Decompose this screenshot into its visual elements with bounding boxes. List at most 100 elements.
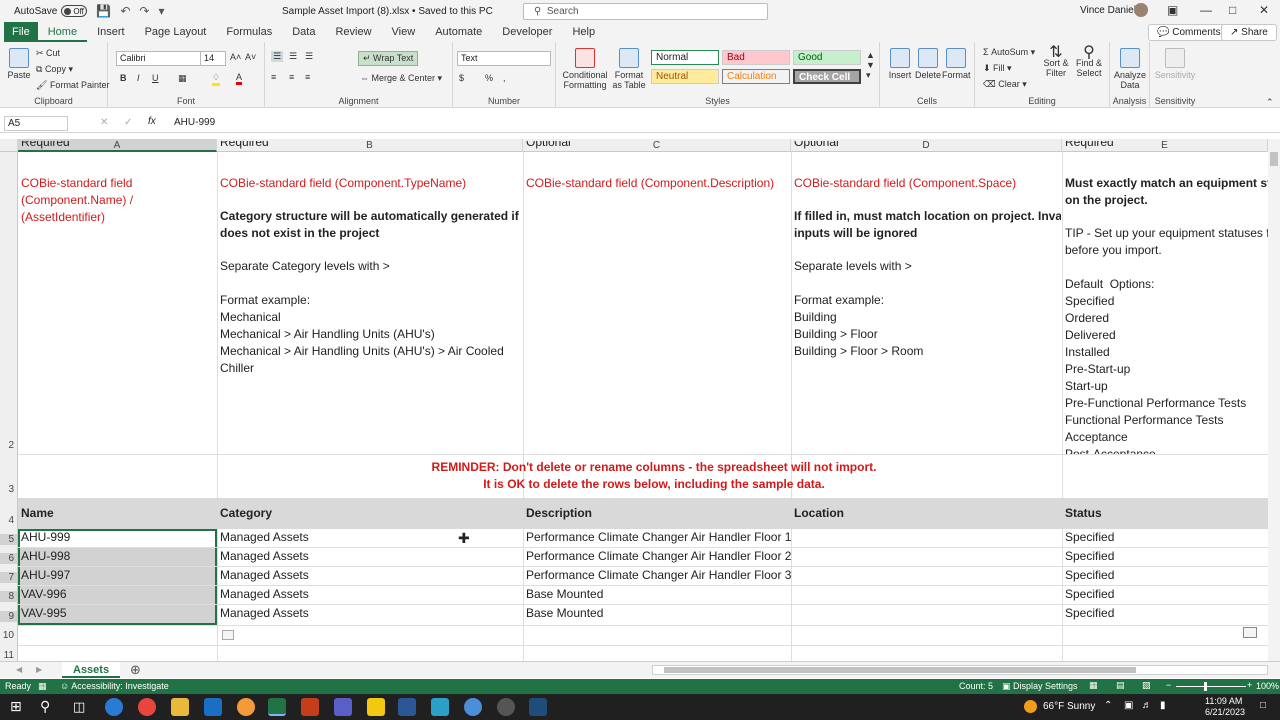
- cell-c1[interactable]: Optional: [524, 141, 571, 152]
- chrome-icon[interactable]: [138, 698, 156, 716]
- header-name[interactable]: Name: [19, 505, 54, 522]
- row-number[interactable]: 7: [0, 572, 18, 583]
- cell-description[interactable]: Performance Climate Changer Air Handler …: [524, 529, 791, 546]
- cancel-icon[interactable]: ✕: [100, 117, 108, 128]
- cell-status[interactable]: Specified: [1063, 605, 1114, 622]
- style-calculation[interactable]: Calculation: [722, 69, 790, 84]
- cell-status[interactable]: Specified: [1063, 548, 1114, 565]
- zoom-slider[interactable]: [1176, 686, 1246, 687]
- display-settings[interactable]: ▣ Display Settings: [1002, 681, 1078, 692]
- clock-time[interactable]: 11:09 AM: [1205, 696, 1242, 706]
- formula-input[interactable]: AHU-999: [170, 116, 1265, 131]
- merge-center-button[interactable]: ⇔ Merge & Center ▾: [360, 73, 442, 84]
- paste-options-icon[interactable]: [1243, 627, 1257, 638]
- tab-automate[interactable]: Automate: [425, 22, 492, 42]
- row-number[interactable]: 2: [0, 440, 18, 451]
- page-layout-icon[interactable]: ▤: [1116, 680, 1125, 691]
- row-number[interactable]: 6: [0, 553, 18, 564]
- cell-e1[interactable]: Required: [1063, 141, 1114, 152]
- tab-file[interactable]: File: [4, 22, 38, 42]
- tray-chevron-icon[interactable]: ⌃: [1104, 700, 1112, 711]
- power-bi-icon[interactable]: [367, 698, 385, 716]
- battery-icon[interactable]: ▮: [1160, 700, 1166, 711]
- cell-c2[interactable]: COBie-standard field (Component.Descript…: [524, 175, 790, 192]
- row-number[interactable]: 8: [0, 591, 18, 602]
- document-title[interactable]: Sample Asset Import (8).xlsx • Saved to …: [282, 6, 493, 17]
- redo-icon[interactable]: ↷: [139, 4, 149, 18]
- cell-a2[interactable]: COBie-standard field (Component.Name) / …: [19, 175, 216, 226]
- powerpoint-icon[interactable]: [301, 698, 319, 716]
- cell-category[interactable]: Managed Assets: [218, 548, 309, 565]
- cell-e2-bold[interactable]: Must exactly match an equipment stat on …: [1063, 175, 1268, 209]
- sway-icon[interactable]: [431, 698, 449, 716]
- cell-description[interactable]: Base Mounted: [524, 605, 603, 622]
- cell-b1[interactable]: Required: [218, 141, 269, 152]
- decrease-font-icon[interactable]: A˅: [245, 52, 256, 62]
- style-check-cell[interactable]: Check Cell: [793, 69, 861, 84]
- insert-function-icon[interactable]: fx: [148, 116, 156, 127]
- find-select-button[interactable]: ⚲ Find & Select: [1073, 45, 1105, 79]
- bold-button[interactable]: B: [120, 73, 127, 83]
- cell-d1[interactable]: Optional: [792, 141, 839, 152]
- quick-analysis-icon[interactable]: [222, 630, 234, 640]
- app-icon-blue[interactable]: [464, 698, 482, 716]
- word-icon[interactable]: [398, 698, 416, 716]
- align-right-icon[interactable]: ≡: [305, 72, 310, 82]
- prev-sheet-icon[interactable]: ◀: [16, 665, 22, 674]
- format-as-table-button[interactable]: Format as Table: [610, 48, 648, 90]
- row-number[interactable]: 5: [0, 534, 18, 545]
- maximize-icon[interactable]: □: [1229, 3, 1236, 17]
- cell-b2-note[interactable]: COBie-standard field (Component.TypeName…: [218, 175, 522, 192]
- file-explorer-icon[interactable]: [171, 698, 189, 716]
- macro-record-icon[interactable]: ▦: [38, 681, 47, 692]
- align-left-icon[interactable]: ≡: [271, 72, 276, 82]
- analyze-data-button[interactable]: Analyze Data: [1113, 48, 1147, 90]
- cell-category[interactable]: Managed Assets: [218, 586, 309, 603]
- edge-icon[interactable]: [105, 698, 123, 716]
- tab-review[interactable]: Review: [325, 22, 381, 42]
- tab-help[interactable]: Help: [562, 22, 605, 42]
- row-number[interactable]: 10: [0, 630, 18, 641]
- sensitivity-button[interactable]: Sensitivity: [1153, 48, 1197, 80]
- copy-button[interactable]: ⧉ Copy ▾: [36, 64, 73, 75]
- header-category[interactable]: Category: [218, 505, 272, 522]
- avatar[interactable]: [1134, 3, 1148, 17]
- app-icon-r[interactable]: [529, 698, 547, 716]
- style-normal[interactable]: Normal: [651, 50, 719, 65]
- increase-font-icon[interactable]: A˄: [230, 52, 241, 62]
- style-neutral[interactable]: Neutral: [651, 69, 719, 84]
- tab-insert[interactable]: Insert: [87, 22, 135, 42]
- tab-home[interactable]: Home: [37, 22, 88, 42]
- accessibility-status[interactable]: ☺ Accessibility: Investigate: [60, 681, 169, 691]
- row-number[interactable]: 11: [0, 650, 18, 661]
- teams-icon[interactable]: [334, 698, 352, 716]
- cell-name[interactable]: VAV-996: [19, 586, 67, 603]
- zoom-in-icon[interactable]: +: [1247, 680, 1252, 690]
- new-sheet-icon[interactable]: ⊕: [130, 662, 141, 678]
- format-painter-button[interactable]: 🖌 Format Painter: [36, 80, 109, 91]
- italic-button[interactable]: I: [137, 73, 140, 83]
- cell-description[interactable]: Base Mounted: [524, 586, 603, 603]
- share-button[interactable]: ↗ Share: [1221, 24, 1277, 41]
- cell-status[interactable]: Specified: [1063, 529, 1114, 546]
- cell-d2-bold[interactable]: If filled in, must match location on pro…: [792, 208, 1061, 242]
- select-all-corner[interactable]: [0, 139, 18, 152]
- comments-button[interactable]: 💬 Comments: [1148, 24, 1230, 41]
- header-location[interactable]: Location: [792, 505, 844, 522]
- font-size-select[interactable]: 14: [200, 51, 226, 66]
- align-center-icon[interactable]: ≡: [289, 72, 294, 82]
- align-bottom-icon[interactable]: ☰: [305, 51, 313, 62]
- delete-cells-button[interactable]: Delete: [914, 48, 942, 80]
- next-sheet-icon[interactable]: ▶: [36, 665, 42, 674]
- enter-icon[interactable]: ✓: [124, 117, 132, 128]
- align-middle-icon[interactable]: ☰: [289, 51, 297, 62]
- undo-icon[interactable]: ↶: [120, 4, 130, 18]
- volume-icon[interactable]: ♬: [1142, 700, 1152, 711]
- collapse-ribbon-icon[interactable]: ⌃: [1266, 97, 1274, 108]
- style-good[interactable]: Good: [793, 50, 861, 65]
- clear-button[interactable]: ⌫ Clear ▾: [983, 79, 1027, 90]
- cell-e2-text[interactable]: TIP - Set up your equipment statuses fir…: [1063, 225, 1268, 454]
- task-view-icon[interactable]: ◫: [73, 699, 85, 715]
- cell-status[interactable]: Specified: [1063, 586, 1114, 603]
- cell-name[interactable]: AHU-998: [19, 548, 70, 565]
